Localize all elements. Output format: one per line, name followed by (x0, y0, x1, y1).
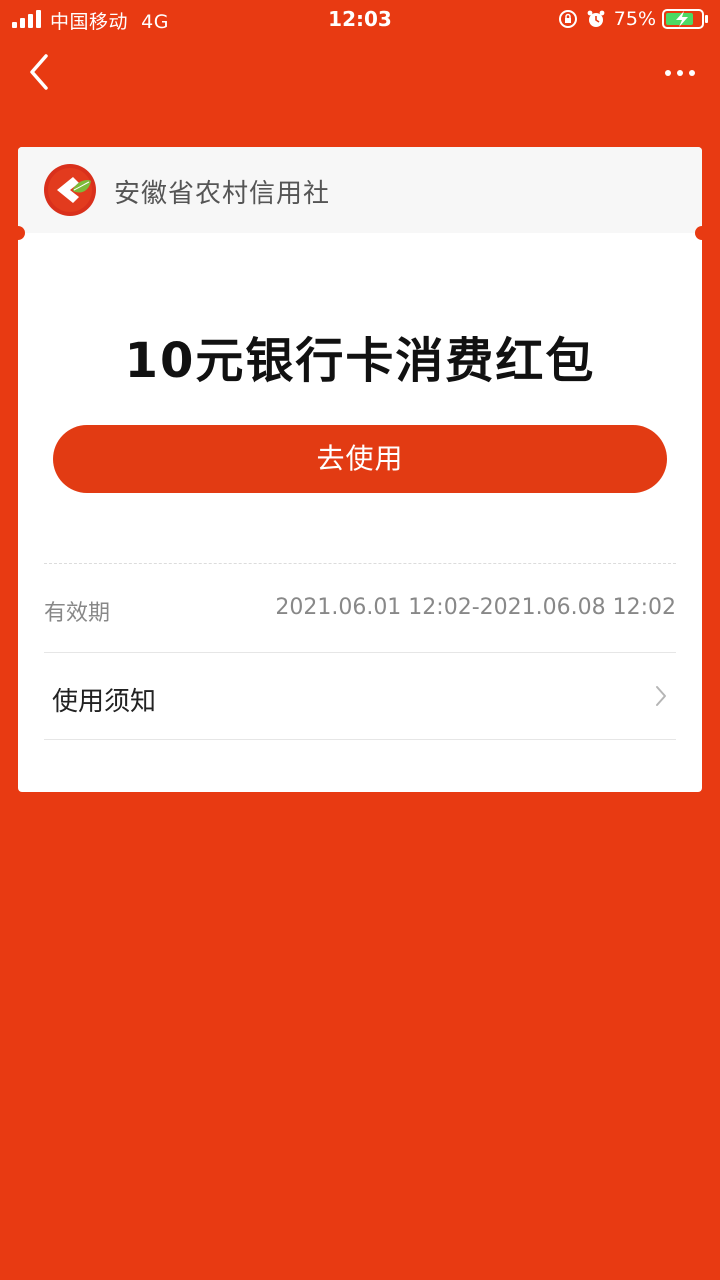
status-right-group: 75% (558, 6, 708, 32)
bank-name: 安徽省农村信用社 (114, 179, 331, 209)
usage-notice-label: 使用须知 (52, 687, 157, 717)
validity-value: 2021.06.01 12:02-2021.06.08 12:02 (275, 595, 676, 620)
use-now-button[interactable]: 去使用 (53, 425, 667, 493)
usage-notice-row[interactable]: 使用须知 (44, 653, 676, 739)
card-header: 安徽省农村信用社 (18, 147, 702, 233)
more-horizontal-icon[interactable] (660, 58, 700, 88)
card-notch-right (695, 226, 702, 240)
validity-label: 有效期 (44, 601, 111, 626)
bank-logo (44, 164, 96, 216)
status-bar: 中国移动 4G 12:03 75% (0, 0, 720, 38)
divider (44, 739, 676, 740)
navigation-bar (0, 38, 720, 110)
validity-row: 有效期 2021.06.01 12:02-2021.06.08 12:02 (44, 577, 676, 641)
chevron-left-icon[interactable] (20, 50, 60, 94)
battery-percent: 75% (613, 8, 656, 30)
battery-charging-icon (662, 9, 708, 29)
dashed-divider (44, 563, 676, 564)
coupon-title: 10元银行卡消费红包 (124, 333, 596, 389)
coupon-card: 安徽省农村信用社 10元银行卡消费红包 去使用 有效期 2021.06.01 1… (18, 147, 702, 792)
alarm-icon (587, 10, 605, 27)
rotation-lock-icon (558, 10, 577, 28)
chevron-right-icon (656, 686, 666, 706)
